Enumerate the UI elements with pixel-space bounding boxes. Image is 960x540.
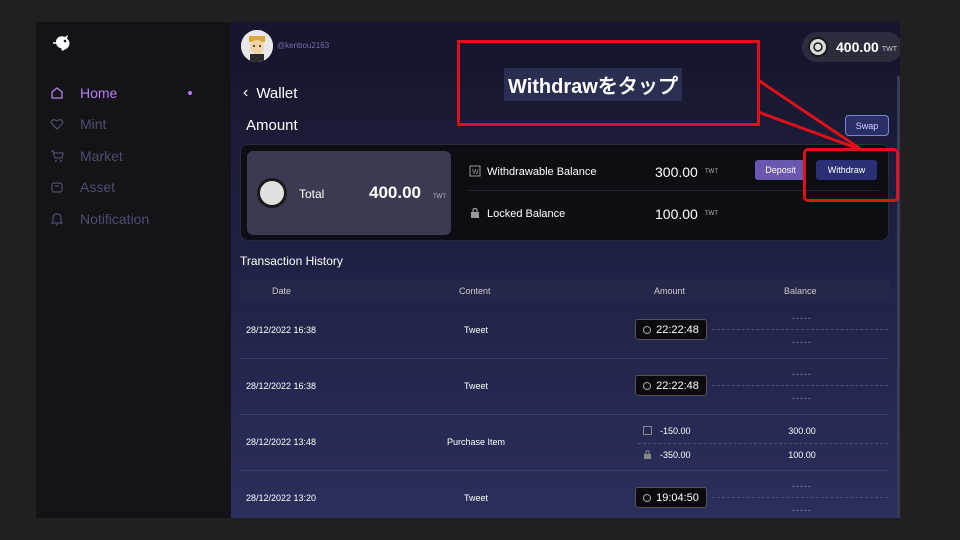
table-row[interactable]: 28/12/2022 13:20 Tweet 19:04:50 ----- --… — [240, 471, 889, 518]
amount-heading: Amount — [246, 117, 298, 134]
clock-icon — [643, 325, 652, 334]
table-header: Date Content Amount Balance — [240, 280, 889, 302]
chevron-left-icon: ‹ — [243, 84, 249, 101]
sidebar-item-market[interactable]: Market — [48, 145, 218, 167]
active-dot — [188, 91, 192, 95]
row-amount-top: -150.00 — [660, 426, 691, 436]
table-row[interactable]: 28/12/2022 16:38 Tweet 22:22:48 ----- --… — [240, 303, 889, 359]
row-divider — [638, 443, 888, 444]
locked-unit: TWT — [705, 211, 718, 217]
row-date: 28/12/2022 16:38 — [246, 325, 317, 335]
row-content: Tweet — [463, 493, 488, 503]
cart-icon — [48, 147, 66, 165]
sidebar-item-asset[interactable]: Asset — [48, 176, 218, 198]
total-unit: TWT — [433, 194, 446, 200]
sidebar-item-home[interactable]: Home — [48, 82, 218, 104]
total-box: Total 400.00 TWT — [247, 151, 451, 235]
username: @kenbou2163 — [277, 41, 330, 50]
sidebar-item-label: Market — [80, 148, 123, 164]
row-balance-bottom: 100.00 — [788, 450, 816, 460]
row-divider — [712, 329, 888, 330]
locked-label: Locked Balance — [487, 208, 566, 220]
amount-card: Total 400.00 TWT W Withdrawable Balance … — [240, 144, 889, 241]
home-icon — [48, 84, 66, 102]
callout-text: Withdrawをタップ — [504, 68, 682, 101]
sidebar-item-label: Notification — [80, 211, 150, 227]
lock-icon — [471, 207, 479, 218]
row-balance-bottom: ----- — [792, 337, 812, 347]
column-header-content: Content — [459, 286, 491, 296]
column-header-amount: Amount — [654, 286, 686, 296]
timer-value: 19:04:50 — [656, 491, 699, 504]
sidebar: Home Mint Market Asset Notification — [36, 22, 231, 518]
scrollbar[interactable] — [897, 76, 900, 518]
withdrawable-label: Withdrawable Balance — [487, 166, 597, 178]
row-content: Tweet — [463, 381, 488, 391]
row-content: Purchase Item — [446, 437, 506, 447]
table-row[interactable]: 28/12/2022 16:38 Tweet 22:22:48 ----- --… — [240, 359, 889, 415]
sidebar-item-label: Asset — [80, 179, 116, 195]
deposit-button[interactable]: Deposit — [755, 160, 806, 180]
table-row[interactable]: 28/12/2022 13:48 Purchase Item -150.00 -… — [240, 415, 889, 471]
row-date: 28/12/2022 16:38 — [246, 381, 317, 391]
row-amount-timer: 22:22:48 — [635, 375, 707, 396]
heart-icon — [48, 115, 66, 133]
locked-amount: 100.00 — [655, 206, 698, 222]
timer-value: 22:22:48 — [656, 379, 699, 392]
transaction-history-title: Transaction History — [240, 254, 343, 268]
header-balance-unit: TWT — [881, 46, 897, 53]
withdrawable-amount: 300.00 — [655, 164, 698, 180]
row-date: 28/12/2022 13:20 — [246, 493, 317, 503]
sidebar-item-label: Mint — [80, 116, 107, 132]
row-divider — [712, 497, 888, 498]
bell-icon — [48, 210, 66, 228]
row-balance-top: ----- — [792, 313, 812, 323]
row-divider — [712, 385, 888, 386]
total-amount: 400.00 — [369, 183, 421, 202]
wallet-icon: W — [469, 165, 481, 177]
twt-coin-icon — [808, 37, 828, 57]
row-content: Tweet — [463, 325, 488, 335]
clock-icon — [643, 493, 652, 502]
withdrawable-unit: TWT — [705, 169, 718, 175]
row-balance-top: ----- — [792, 369, 812, 379]
lock-icon — [644, 450, 651, 459]
withdraw-highlight — [803, 148, 899, 202]
wallet-icon — [643, 426, 652, 435]
column-header-balance: Balance — [784, 286, 817, 296]
svg-text:W: W — [472, 169, 479, 176]
box-icon — [48, 178, 66, 196]
sidebar-item-mint[interactable]: Mint — [48, 113, 218, 135]
total-label: Total — [299, 187, 325, 201]
sidebar-item-notification[interactable]: Notification — [48, 208, 218, 230]
row-balance-top: ----- — [792, 481, 812, 491]
timer-value: 22:22:48 — [656, 323, 699, 336]
row-date: 28/12/2022 13:48 — [246, 437, 317, 447]
row-amount-timer: 22:22:48 — [635, 319, 707, 340]
twt-coin-icon — [257, 178, 287, 208]
bird-logo-icon — [53, 35, 70, 51]
back-button[interactable]: ‹ Wallet — [243, 84, 297, 102]
clock-icon — [643, 381, 652, 390]
row-amount-bottom: -350.00 — [660, 450, 691, 460]
sidebar-item-label: Home — [80, 85, 118, 101]
header-balance[interactable]: 400.00 TWT — [802, 32, 900, 62]
avatar[interactable] — [241, 30, 273, 62]
row-balance-bottom: ----- — [792, 393, 812, 403]
row-balance-top: 300.00 — [788, 426, 816, 436]
swap-button[interactable]: Swap — [845, 115, 889, 136]
row-balance-bottom: ----- — [792, 505, 812, 515]
header-balance-amount: 400.00 — [836, 39, 879, 55]
row-amount-timer: 19:04:50 — [635, 487, 707, 508]
column-header-date: Date — [272, 286, 292, 296]
page-title: Wallet — [256, 84, 298, 102]
